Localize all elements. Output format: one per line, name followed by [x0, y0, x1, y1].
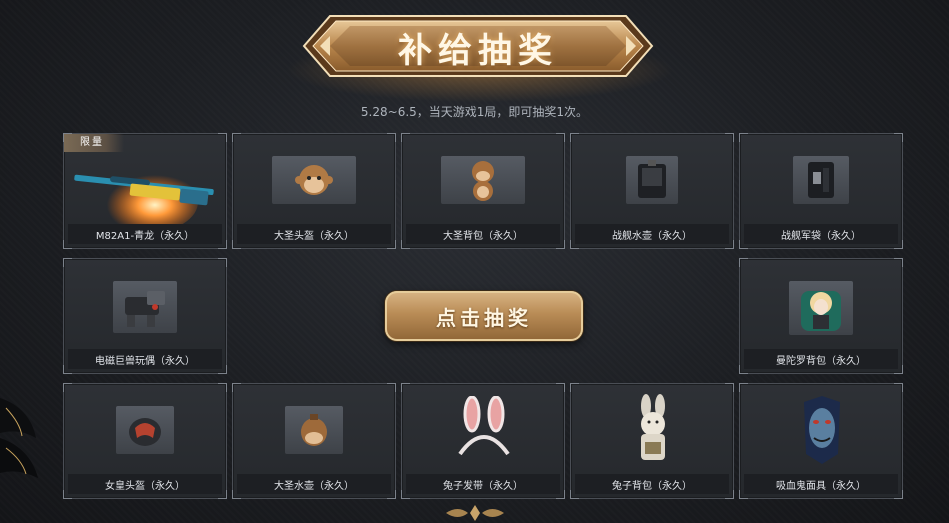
prize-card[interactable]: 限量 M82A1-青龙（永久）	[63, 133, 227, 249]
bunny-backpack-icon	[641, 394, 665, 460]
limited-badge: 限量	[64, 134, 124, 152]
empress-helmet-icon	[116, 406, 174, 454]
side-flower-ornament-icon	[0, 398, 38, 478]
prize-name: 曼陀罗背包（永久）	[744, 349, 898, 369]
mech-beast-doll-icon	[113, 281, 177, 333]
draw-button[interactable]: 点击抽奖	[385, 291, 583, 341]
battleship-pouch-icon	[793, 156, 849, 204]
monkey-backpack-icon	[441, 156, 525, 204]
prize-name: 大圣头盔（永久）	[237, 224, 391, 244]
prize-card[interactable]: 兔子背包（永久）	[570, 383, 734, 499]
title-banner: 补给抽奖	[300, 6, 656, 86]
prize-name: 战舰水壶（永久）	[575, 224, 729, 244]
prize-name: 大圣水壶（永久）	[237, 474, 391, 494]
prize-card[interactable]: 大圣背包（永久）	[401, 133, 565, 249]
battleship-canteen-icon	[626, 156, 678, 204]
prize-card[interactable]: 吸血鬼面具（永久）	[739, 383, 903, 499]
monkey-helmet-icon	[272, 156, 356, 204]
prize-card[interactable]: 曼陀罗背包（永久）	[739, 258, 903, 374]
prize-card[interactable]: 战舰军袋（永久）	[739, 133, 903, 249]
banner-title: 补给抽奖	[398, 31, 558, 71]
prize-name: 兔子发带（永久）	[406, 474, 560, 494]
prize-card[interactable]: 女皇头盔（永久）	[63, 383, 227, 499]
prize-card[interactable]: 兔子发带（永久）	[401, 383, 565, 499]
prize-name: 电磁巨兽玩偶（永久）	[68, 349, 222, 369]
vampire-mask-icon	[804, 396, 840, 464]
sniper-rifle-icon	[74, 172, 214, 232]
prize-name: 大圣背包（永久）	[406, 224, 560, 244]
monkey-canteen-icon	[285, 406, 343, 454]
prize-card[interactable]: 大圣水壶（永久）	[232, 383, 396, 499]
event-description: 5.28~6.5，当天游戏1局，即可抽奖1次。	[360, 105, 589, 119]
prize-name: 战舰军袋（永久）	[744, 224, 898, 244]
prize-name: 女皇头盔（永久）	[68, 474, 222, 494]
prize-name: 吸血鬼面具（永久）	[744, 474, 898, 494]
prize-name: 兔子背包（永久）	[575, 474, 729, 494]
prize-card[interactable]: 电磁巨兽玩偶（永久）	[63, 258, 227, 374]
prize-card[interactable]: 战舰水壶（永久）	[570, 133, 734, 249]
prize-card[interactable]: 大圣头盔（永久）	[232, 133, 396, 249]
prize-name: M82A1-青龙（永久）	[68, 224, 222, 244]
doll-backpack-icon	[789, 281, 853, 335]
bunny-headband-icon	[458, 396, 510, 456]
bottom-ornament-icon	[446, 505, 504, 521]
